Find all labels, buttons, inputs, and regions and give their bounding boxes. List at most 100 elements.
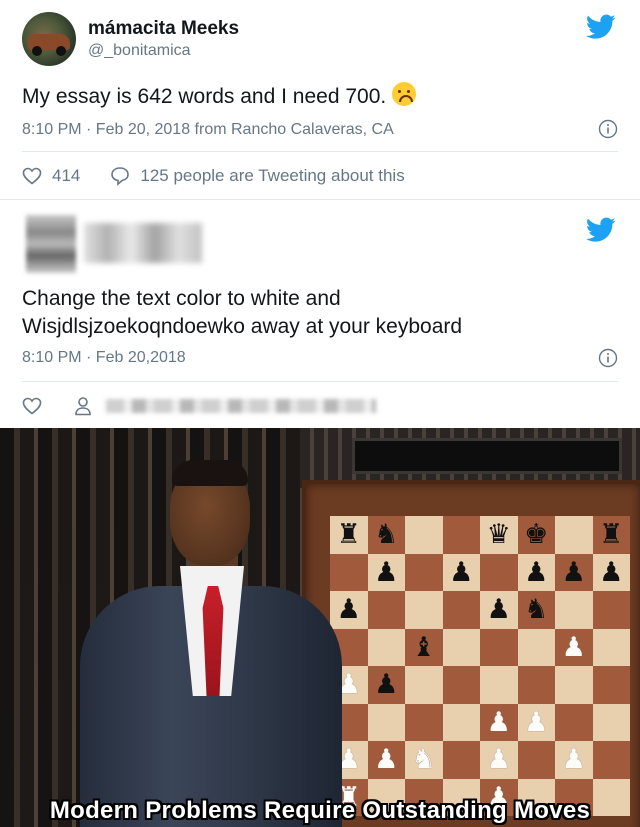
tweet-original: mámacita Meeks @_bonitamica My essay is …	[0, 0, 640, 200]
like-count: 414	[52, 166, 81, 185]
chess-square	[592, 591, 630, 629]
chess-square: ♚	[517, 516, 555, 554]
tweet-reply: Change the text color to white and Wisjd…	[0, 201, 640, 427]
chess-square: ♟	[555, 741, 593, 779]
chess-square: ♟	[480, 703, 518, 741]
likers-link[interactable]	[74, 396, 376, 416]
chess-board: ♜ ♞ ♛ ♚ ♜ ♟ ♟ ♟ ♟ ♟ ♟ ♟ ♞ ♝ ♟ ♟ ♟ ♟ ♟ ♟ ♟ ♞ ♟ ♟ ♜ ♟	[330, 516, 630, 816]
chess-piece-icon: ♟	[561, 556, 586, 588]
chess-piece-icon: ♟	[599, 556, 624, 588]
chess-square	[367, 591, 405, 629]
chess-piece-icon: ♟	[374, 556, 399, 588]
chess-square	[480, 628, 518, 666]
chess-square: ♟	[442, 553, 480, 591]
chess-square	[480, 553, 518, 591]
user-handle[interactable]: @_bonitamica	[88, 42, 191, 60]
chess-square: ♟	[480, 741, 518, 779]
chess-square	[592, 666, 630, 704]
tweet-divider	[22, 381, 618, 382]
chess-square	[405, 703, 443, 741]
tweet-actions: 414 125 people are Tweeting about this	[22, 164, 435, 188]
chess-square: ♛	[480, 516, 518, 554]
chess-square: ♟	[517, 703, 555, 741]
heart-icon	[22, 397, 42, 415]
chess-square: ♟	[367, 666, 405, 704]
chess-square: ♞	[517, 591, 555, 629]
chess-piece-icon: ♟	[524, 706, 549, 738]
chess-square	[405, 666, 443, 704]
discussion-text: 125 people are Tweeting about this	[140, 166, 405, 185]
chess-square	[442, 591, 480, 629]
heart-icon	[22, 167, 42, 185]
chess-square	[517, 628, 555, 666]
chess-piece-icon: ♟	[486, 744, 511, 776]
chess-square	[517, 666, 555, 704]
blurred-avatar	[26, 215, 76, 273]
chess-square: ♟	[367, 741, 405, 779]
chess-square	[592, 741, 630, 779]
display-name[interactable]: mámacita Meeks	[88, 18, 239, 40]
tweet-text: My essay is 642 words and I need 700.	[22, 82, 417, 111]
chess-square: ♟	[555, 553, 593, 591]
chess-square	[442, 703, 480, 741]
user-avatar[interactable]	[22, 12, 76, 66]
discussion-link[interactable]: 125 people are Tweeting about this	[110, 166, 405, 186]
chess-square	[517, 741, 555, 779]
person-icon	[75, 397, 91, 416]
tweet-divider	[22, 151, 618, 152]
chess-piece-icon: ♛	[486, 519, 511, 551]
twitter-bird-icon	[586, 217, 616, 242]
chess-square	[592, 703, 630, 741]
blurred-username	[84, 223, 202, 263]
chess-piece-icon: ♟	[561, 744, 586, 776]
chess-square	[442, 741, 480, 779]
chess-piece-icon: ♜	[336, 519, 361, 551]
tweet-timestamp[interactable]: 8:10 PM · Feb 20, 2018 from Rancho Calav…	[22, 121, 394, 139]
chess-piece-icon: ♞	[374, 519, 399, 551]
chess-square: ♟	[517, 553, 555, 591]
chess-square	[442, 516, 480, 554]
info-icon[interactable]	[598, 119, 618, 139]
like-button[interactable]: 414	[22, 166, 80, 186]
chess-square	[367, 703, 405, 741]
chess-square	[592, 628, 630, 666]
chess-square: ♜	[592, 516, 630, 554]
chess-piece-icon: ♟	[486, 594, 511, 626]
chess-piece-icon: ♞	[411, 744, 436, 776]
chess-square	[405, 553, 443, 591]
chess-square: ♞	[405, 741, 443, 779]
chess-square: ♝	[405, 628, 443, 666]
wall-monitor	[352, 438, 622, 474]
chess-square: ♞	[367, 516, 405, 554]
chess-square: ♟	[592, 553, 630, 591]
like-button[interactable]	[22, 397, 52, 415]
chess-piece-icon: ♟	[374, 744, 399, 776]
blurred-likers	[106, 399, 376, 413]
chess-square	[555, 703, 593, 741]
chess-piece-icon: ♟	[449, 556, 474, 588]
man-in-suit	[40, 446, 342, 827]
chess-square	[442, 628, 480, 666]
chess-piece-icon: ♟	[561, 631, 586, 663]
chess-square: ♟	[480, 591, 518, 629]
tweet-timestamp[interactable]: 8:10 PM · Feb 20,2018	[22, 349, 186, 367]
chess-piece-icon: ♚	[524, 519, 549, 551]
chess-square	[367, 628, 405, 666]
twitter-bird-icon	[586, 14, 616, 39]
tweet-text: Change the text color to white and Wisjd…	[22, 287, 463, 338]
chess-square	[442, 666, 480, 704]
chess-square: ♟	[555, 628, 593, 666]
chess-square	[555, 666, 593, 704]
meme-caption: Modern Problems Require Outstanding Move…	[49, 797, 591, 824]
chess-piece-icon: ♟	[336, 594, 361, 626]
chess-square	[555, 516, 593, 554]
chess-piece-icon: ♜	[599, 519, 624, 551]
reply-bubble-icon	[111, 167, 130, 186]
chess-piece-icon: ♞	[524, 594, 549, 626]
info-icon[interactable]	[598, 348, 618, 368]
chess-square: ♟	[367, 553, 405, 591]
chess-square	[555, 591, 593, 629]
meme-image: ♜ ♞ ♛ ♚ ♜ ♟ ♟ ♟ ♟ ♟ ♟ ♟ ♞ ♝ ♟ ♟ ♟ ♟ ♟ ♟ ♟ ♞ ♟ ♟ ♜ ♟ Modern Proble…	[0, 428, 640, 827]
chess-square	[405, 516, 443, 554]
chess-piece-icon: ♟	[486, 706, 511, 738]
